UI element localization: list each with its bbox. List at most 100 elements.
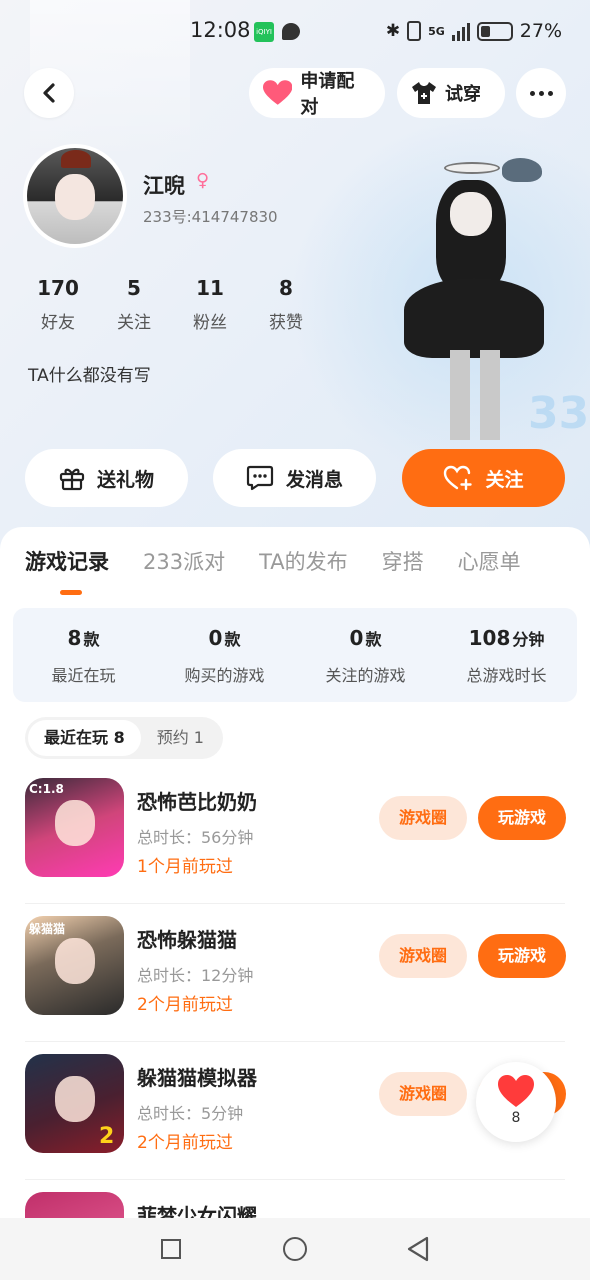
status-bar: 12:08 iQIYI ✱ 5G 27% [0,0,590,64]
chat-bubble-icon [246,465,274,491]
system-navigation-bar [0,1218,590,1280]
follow-label: 关注 [485,468,524,491]
brand-233-decoration: 33 [528,388,590,439]
game-name: 恐怖芭比奶奶 [137,790,257,814]
game-icon: C:1.8 [25,778,124,877]
home-icon[interactable] [283,1237,307,1261]
user-id[interactable]: 233号:414747830 [143,206,278,227]
tab-233-party[interactable]: 233派对 [143,546,225,576]
character-halo [444,162,500,174]
status-time: 12:08 [190,18,251,42]
list-item[interactable]: 菲梦少女闪耀 [0,1180,590,1218]
summary-total-time-value: 108 [468,626,511,650]
signal-icon [451,21,470,41]
match-request-label: 申请配对 [300,71,355,118]
game-icon [25,1192,124,1218]
summary-total-time-label: 总游戏时长 [466,666,547,685]
game-last-played: 1个月前玩过 [137,857,233,877]
summary-recent-unit: 款 [83,630,100,649]
game-last-played: 2个月前玩过 [137,995,233,1015]
stat-friends[interactable]: 170 好友 [20,276,96,333]
send-message-button[interactable]: 发消息 [213,449,376,507]
play-game-button[interactable]: 玩游戏 [478,934,566,978]
character-shark-pet [502,158,542,182]
match-request-button[interactable]: 申请配对 [249,68,385,118]
network-type: 5G [428,24,445,38]
summary-followed-unit: 款 [365,630,382,649]
avatar-image [27,148,123,244]
chevron-left-icon [43,83,55,103]
game-icon: 2 [25,1054,124,1153]
game-icon-art [55,938,95,984]
game-total-time: 总时长：5分钟 [137,1104,244,1123]
stat-fans[interactable]: 11 粉丝 [172,276,248,333]
stat-friends-count: 170 [37,276,79,300]
summary-purchased-unit: 款 [224,630,241,649]
follow-button[interactable]: 关注 [402,449,565,507]
summary-total-time[interactable]: 108 分钟 总游戏时长 [436,608,577,702]
send-message-label: 发消息 [285,468,343,491]
summary-purchased[interactable]: 0款 购买的游戏 [154,608,295,702]
game-circle-button[interactable]: 游戏圈 [379,796,467,840]
stat-fans-label: 粉丝 [193,313,227,333]
vibrate-icon [407,21,422,41]
active-tab-indicator [60,590,82,595]
send-gift-button[interactable]: 送礼物 [25,449,188,507]
summary-total-time-unit: 分钟 [512,630,545,649]
game-icon-art [55,800,95,846]
heart-icon [498,1075,534,1107]
game-icon-tag: C:1.8 [29,782,64,796]
summary-followed-value: 0 [349,626,364,650]
stat-likes[interactable]: 8 获赞 [248,276,324,333]
game-circle-button[interactable]: 游戏圈 [379,934,467,978]
username: 江晲 [143,174,185,198]
like-floating-button[interactable]: 8 [476,1062,556,1142]
more-dot-icon [547,90,553,96]
game-icon-tag: 躲猫猫 [29,922,66,936]
tshirt-icon [412,82,436,104]
user-avatar[interactable] [23,144,127,248]
profile-tabs: 游戏记录 233派对 TA的发布 穿搭 心愿单 [25,546,555,576]
tab-wishlist[interactable]: 心愿单 [458,546,521,576]
game-total-time: 总时长：12分钟 [137,966,254,985]
subtab-recent[interactable]: 最近在玩 8 [28,720,141,756]
stat-friends-label: 好友 [41,313,75,333]
recent-apps-icon[interactable] [161,1239,181,1259]
summary-recent-value: 8 [67,626,82,650]
profile-stats: 170 好友 5 关注 11 粉丝 8 获赞 [20,276,324,333]
subtab-reserve[interactable]: 预约 1 [141,720,220,756]
back-button[interactable] [24,68,74,118]
summary-purchased-value: 0 [208,626,223,650]
battery-level: 27% [519,20,562,42]
heart-icon [263,80,293,105]
tab-outfits[interactable]: 穿搭 [382,546,424,576]
try-on-label: 试穿 [445,84,481,105]
back-triangle-icon[interactable] [406,1236,430,1262]
list-item[interactable]: 躲猫猫 恐怖躲猫猫 总时长：12分钟 2个月前玩过 游戏圈 玩游戏 [0,904,590,1042]
female-gender-icon: ♀ [196,170,210,191]
more-dot-icon [529,90,535,96]
avatar-hat [61,150,91,168]
like-count: 8 [511,1110,521,1126]
stat-following-label: 关注 [117,313,151,333]
list-item[interactable]: C:1.8 恐怖芭比奶奶 总时长：56分钟 1个月前玩过 游戏圈 玩游戏 [0,766,590,904]
more-options-button[interactable] [516,68,566,118]
bluetooth-icon: ✱ [385,21,401,41]
summary-recent[interactable]: 8款 最近在玩 [13,608,154,702]
summary-followed[interactable]: 0款 关注的游戏 [295,608,436,702]
user-bio: TA什么都没有写 [28,366,151,386]
game-name: 恐怖躲猫猫 [137,928,237,952]
character-legs [450,350,500,440]
tab-ta-posts[interactable]: TA的发布 [259,546,348,576]
stat-fans-count: 11 [196,276,224,300]
tab-game-records[interactable]: 游戏记录 [25,546,109,576]
gift-icon [59,468,85,491]
stat-following[interactable]: 5 关注 [96,276,172,333]
status-indicators: ✱ 5G 27% [386,20,562,42]
game-circle-button[interactable]: 游戏圈 [379,1072,467,1116]
summary-recent-label: 最近在玩 [51,666,116,685]
try-on-button[interactable]: 试穿 [397,68,505,118]
game-icon-tag: 2 [99,1124,115,1149]
stat-following-count: 5 [127,276,141,300]
play-game-button[interactable]: 玩游戏 [478,796,566,840]
